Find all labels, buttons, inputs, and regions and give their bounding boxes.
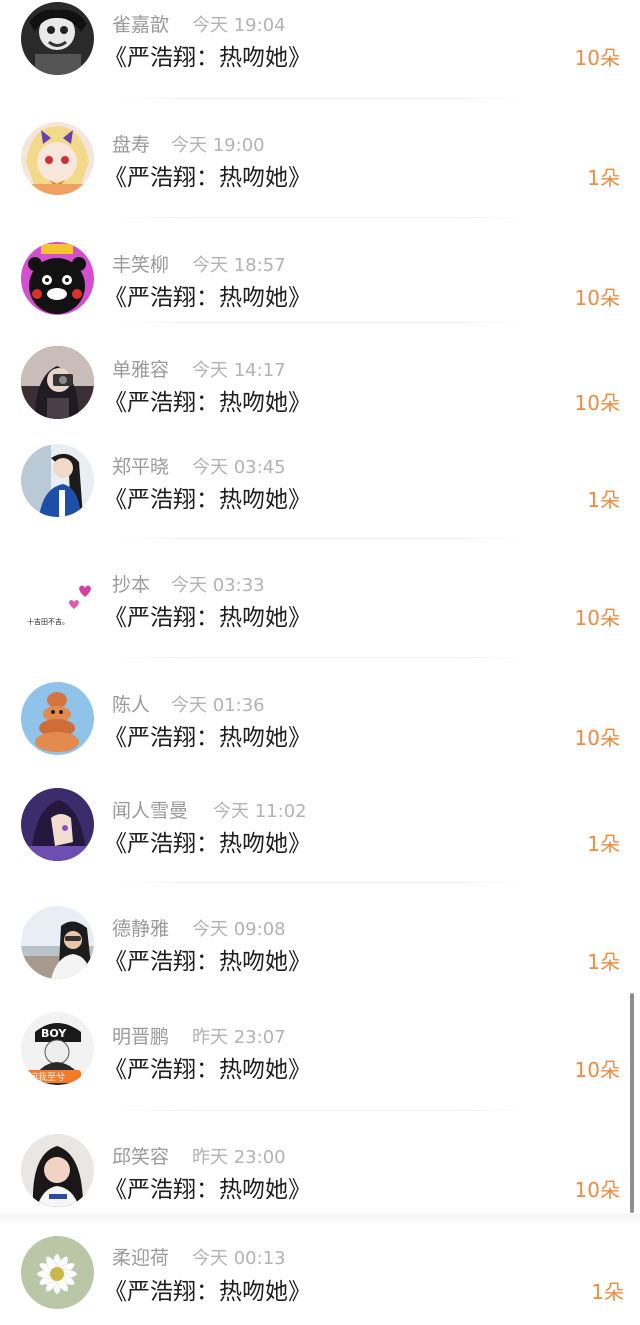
book-title: 《严浩翔：热吻她》 bbox=[104, 165, 311, 191]
list-item[interactable]: 柔迎荷 今天 00:13 《严浩翔：热吻她》 1朵 bbox=[0, 1226, 640, 1325]
list-item[interactable]: 郑平晓 今天 03:45 《严浩翔：热吻她》 1朵 bbox=[0, 424, 640, 540]
avatar[interactable]: 十吉田不吉。 bbox=[21, 564, 94, 637]
book-title: 《严浩翔：热吻她》 bbox=[104, 831, 311, 857]
book-title: 《严浩翔：热吻她》 bbox=[104, 1279, 311, 1305]
timestamp: 今天 00:13 bbox=[192, 1248, 286, 1269]
flower-count: 1朵 bbox=[591, 1280, 624, 1304]
user-name: 陈人 bbox=[112, 694, 151, 716]
user-name: 抄本 bbox=[112, 574, 151, 596]
timestamp: 今天 19:04 bbox=[192, 15, 286, 36]
user-name: 德静雅 bbox=[112, 918, 170, 940]
blue-jacket-girl-avatar-icon bbox=[21, 444, 94, 517]
book-title: 《严浩翔：热吻她》 bbox=[104, 45, 311, 71]
avatar[interactable] bbox=[21, 346, 94, 419]
list-item[interactable]: BOY 问我至兮 明晋鹏 昨天 23:07 《严浩翔：热吻她》 10朵 bbox=[0, 988, 640, 1112]
anime-purple-avatar-icon bbox=[21, 788, 94, 861]
avatar[interactable] bbox=[21, 2, 94, 75]
list-item[interactable]: 陈人 今天 01:36 《严浩翔：热吻她》 10朵 bbox=[0, 660, 640, 780]
divider bbox=[112, 657, 532, 658]
timestamp: 今天 01:36 bbox=[171, 695, 265, 716]
avatar[interactable] bbox=[21, 122, 94, 195]
section-divider bbox=[0, 1214, 640, 1226]
divider bbox=[112, 98, 532, 99]
scrollbar[interactable] bbox=[630, 993, 634, 1213]
user-name: 闻人雪曼 bbox=[112, 800, 189, 822]
book-title: 《严浩翔：热吻她》 bbox=[104, 725, 311, 751]
avatar[interactable]: BOY 问我至兮 bbox=[21, 1012, 94, 1085]
user-name: 邱笑容 bbox=[112, 1146, 170, 1168]
user-name: 盘寿 bbox=[112, 134, 151, 156]
list-item[interactable]: 邱笑容 昨天 23:00 《严浩翔：热吻她》 10朵 bbox=[0, 1112, 640, 1214]
flower-count: 10朵 bbox=[574, 286, 620, 310]
cartoon-figure-avatar-icon bbox=[21, 682, 94, 755]
avatar[interactable] bbox=[21, 242, 94, 315]
hearts-text-avatar-icon: 十吉田不吉。 bbox=[21, 564, 94, 637]
camera-girl-avatar-icon bbox=[21, 346, 94, 419]
user-name: 柔迎荷 bbox=[112, 1247, 170, 1269]
flower-count: 1朵 bbox=[587, 488, 620, 512]
avatar[interactable] bbox=[21, 788, 94, 861]
flower-count: 10朵 bbox=[574, 726, 620, 750]
user-name: 雀嘉歆 bbox=[112, 14, 170, 36]
timestamp: 今天 03:33 bbox=[171, 575, 265, 596]
user-name: 明晋鹏 bbox=[112, 1026, 170, 1048]
avatar[interactable] bbox=[21, 1134, 94, 1207]
list-item[interactable]: 闻人雪曼 今天 11:02 《严浩翔：热吻她》 1朵 bbox=[0, 780, 640, 884]
timestamp: 今天 11:02 bbox=[213, 801, 307, 822]
book-title: 《严浩翔：热吻她》 bbox=[104, 487, 311, 513]
user-name: 单雅容 bbox=[112, 359, 170, 381]
user-name: 丰笑柳 bbox=[112, 254, 170, 276]
timestamp: 今天 09:08 bbox=[192, 919, 286, 940]
divider bbox=[112, 538, 532, 539]
flower-count: 10朵 bbox=[574, 1058, 620, 1082]
timestamp: 今天 03:45 bbox=[192, 457, 286, 478]
list-item[interactable]: 盘寿 今天 19:00 《严浩翔：热吻她》 1朵 bbox=[0, 100, 640, 220]
list-item[interactable]: 十吉田不吉。 抄本 今天 03:33 《严浩翔：热吻她》 10朵 bbox=[0, 540, 640, 660]
avatar[interactable] bbox=[21, 1236, 94, 1309]
beach-portrait-avatar-icon bbox=[21, 906, 94, 979]
cap-text: BOY bbox=[41, 1027, 67, 1040]
daisy-flower-avatar-icon bbox=[21, 1236, 94, 1309]
list-item[interactable]: 单雅容 今天 14:17 《严浩翔：热吻她》 10朵 bbox=[0, 324, 640, 424]
timestamp: 今天 14:17 bbox=[192, 360, 286, 381]
flower-count: 1朵 bbox=[587, 166, 620, 190]
gift-list: 雀嘉歆 今天 19:04 《严浩翔：热吻她》 10朵 盘寿 今天 19:00 《… bbox=[0, 0, 640, 1325]
kumamon-avatar-icon bbox=[21, 242, 94, 315]
list-item[interactable]: 丰笑柳 今天 18:57 《严浩翔：热吻她》 10朵 bbox=[0, 220, 640, 324]
timestamp: 昨天 23:07 bbox=[192, 1027, 286, 1048]
book-title: 《严浩翔：热吻她》 bbox=[104, 285, 311, 311]
badge-text: 问我至兮 bbox=[29, 1071, 65, 1083]
anime-blonde-avatar-icon bbox=[21, 122, 94, 195]
flower-count: 10朵 bbox=[574, 1178, 620, 1202]
divider bbox=[112, 1110, 532, 1111]
avatar[interactable] bbox=[21, 906, 94, 979]
book-title: 《严浩翔：热吻她》 bbox=[104, 1057, 311, 1083]
book-title: 《严浩翔：热吻她》 bbox=[104, 949, 311, 975]
divider bbox=[112, 882, 532, 883]
flower-count: 1朵 bbox=[587, 950, 620, 974]
list-item[interactable]: 德静雅 今天 09:08 《严浩翔：热吻她》 1朵 bbox=[0, 884, 640, 988]
flower-count: 10朵 bbox=[574, 46, 620, 70]
book-title: 《严浩翔：热吻她》 bbox=[104, 1177, 311, 1203]
divider bbox=[112, 217, 532, 218]
flower-count: 10朵 bbox=[574, 391, 620, 415]
list-item[interactable]: 雀嘉歆 今天 19:04 《严浩翔：热吻她》 10朵 bbox=[0, 0, 640, 100]
hearts-caption: 十吉田不吉。 bbox=[27, 617, 69, 626]
avatar[interactable] bbox=[21, 444, 94, 517]
timestamp: 昨天 23:00 bbox=[192, 1147, 286, 1168]
timestamp: 今天 18:57 bbox=[192, 255, 286, 276]
dark-portrait-avatar-icon bbox=[21, 2, 94, 75]
boy-cap-avatar-icon: BOY 问我至兮 bbox=[21, 1012, 94, 1085]
book-title: 《严浩翔：热吻她》 bbox=[104, 605, 311, 631]
flower-count: 10朵 bbox=[574, 606, 620, 630]
user-name: 郑平晓 bbox=[112, 456, 170, 478]
flower-count: 1朵 bbox=[587, 832, 620, 856]
divider bbox=[112, 322, 532, 323]
book-title: 《严浩翔：热吻她》 bbox=[104, 390, 311, 416]
girl-longhair-avatar-icon bbox=[21, 1134, 94, 1207]
avatar[interactable] bbox=[21, 682, 94, 755]
timestamp: 今天 19:00 bbox=[171, 135, 265, 156]
